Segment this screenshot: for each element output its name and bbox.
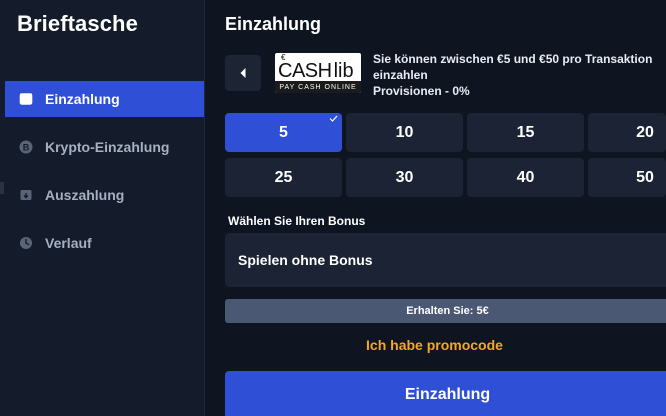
- provider-limits: Sie können zwischen €5 und €50 pro Trans…: [373, 52, 653, 82]
- sidebar-item-einzahlung[interactable]: Einzahlung: [5, 81, 204, 117]
- deposit-submit-button[interactable]: Einzahlung: [225, 371, 666, 416]
- bitcoin-icon: B: [19, 140, 33, 154]
- sidebar-item-label: Verlauf: [45, 235, 92, 251]
- amount-option-50[interactable]: 50: [588, 158, 666, 197]
- amount-option-25[interactable]: 25: [225, 158, 342, 197]
- cashlib-logo: € CASH lib PAY CASH ONLINE: [275, 53, 361, 93]
- amount-label: 50: [636, 168, 654, 186]
- divider: [0, 182, 4, 194]
- amount-option-30[interactable]: 30: [346, 158, 463, 197]
- deposit-panel: Einzahlung € CASH lib PAY CASH ONLINE Si…: [205, 0, 666, 416]
- svg-text:B: B: [23, 143, 30, 153]
- amount-label: 40: [516, 168, 535, 186]
- amount-option-5[interactable]: 5: [225, 113, 342, 152]
- sidebar: Brieftasche Einzahlung B Krypto-Einzahlu…: [0, 0, 205, 416]
- page-title: Einzahlung: [225, 14, 321, 34]
- submit-label: Einzahlung: [404, 386, 491, 403]
- bonus-select[interactable]: Spielen ohne Bonus: [225, 233, 666, 287]
- amount-option-40[interactable]: 40: [467, 158, 584, 197]
- amount-label: 30: [395, 168, 414, 186]
- amount-label: 20: [636, 123, 654, 141]
- deposit-icon: [19, 92, 33, 106]
- provider-info: Sie können zwischen €5 und €50 pro Trans…: [373, 51, 663, 99]
- sidebar-title: Brieftasche: [17, 11, 138, 36]
- chevron-left-icon: [240, 68, 246, 78]
- sidebar-item-label: Auszahlung: [45, 187, 125, 203]
- back-button[interactable]: [225, 55, 261, 91]
- sidebar-item-label: Einzahlung: [45, 91, 120, 107]
- amount-label: 25: [274, 168, 293, 186]
- history-icon: [19, 236, 33, 250]
- amount-label: 5: [279, 123, 288, 141]
- sidebar-item-verlauf[interactable]: Verlauf: [5, 225, 204, 261]
- amount-option-10[interactable]: 10: [346, 113, 463, 152]
- amount-option-20[interactable]: 20: [588, 113, 666, 152]
- amount-label: 15: [516, 123, 535, 141]
- bonus-label: Wählen Sie Ihren Bonus: [228, 214, 366, 228]
- sidebar-item-krypto-einzahlung[interactable]: B Krypto-Einzahlung: [5, 129, 204, 165]
- amount-label: 10: [395, 123, 414, 141]
- logo-subtitle: PAY CASH ONLINE: [279, 83, 357, 91]
- check-icon: [329, 115, 338, 122]
- receive-amount: Erhalten Sie: 5€: [225, 299, 666, 323]
- logo-cash-text: CASH: [278, 60, 332, 82]
- receive-text: Erhalten Sie: 5€: [406, 305, 489, 317]
- bonus-value: Spielen ohne Bonus: [238, 252, 373, 268]
- provider-fees: Provisionen - 0%: [373, 84, 470, 98]
- promocode-link[interactable]: Ich habe promocode: [205, 337, 666, 353]
- withdraw-icon: [19, 188, 33, 202]
- sidebar-item-label: Krypto-Einzahlung: [45, 139, 170, 155]
- logo-lib-text: lib: [333, 60, 354, 82]
- sidebar-item-auszahlung[interactable]: Auszahlung: [5, 177, 204, 213]
- amount-option-15[interactable]: 15: [467, 113, 584, 152]
